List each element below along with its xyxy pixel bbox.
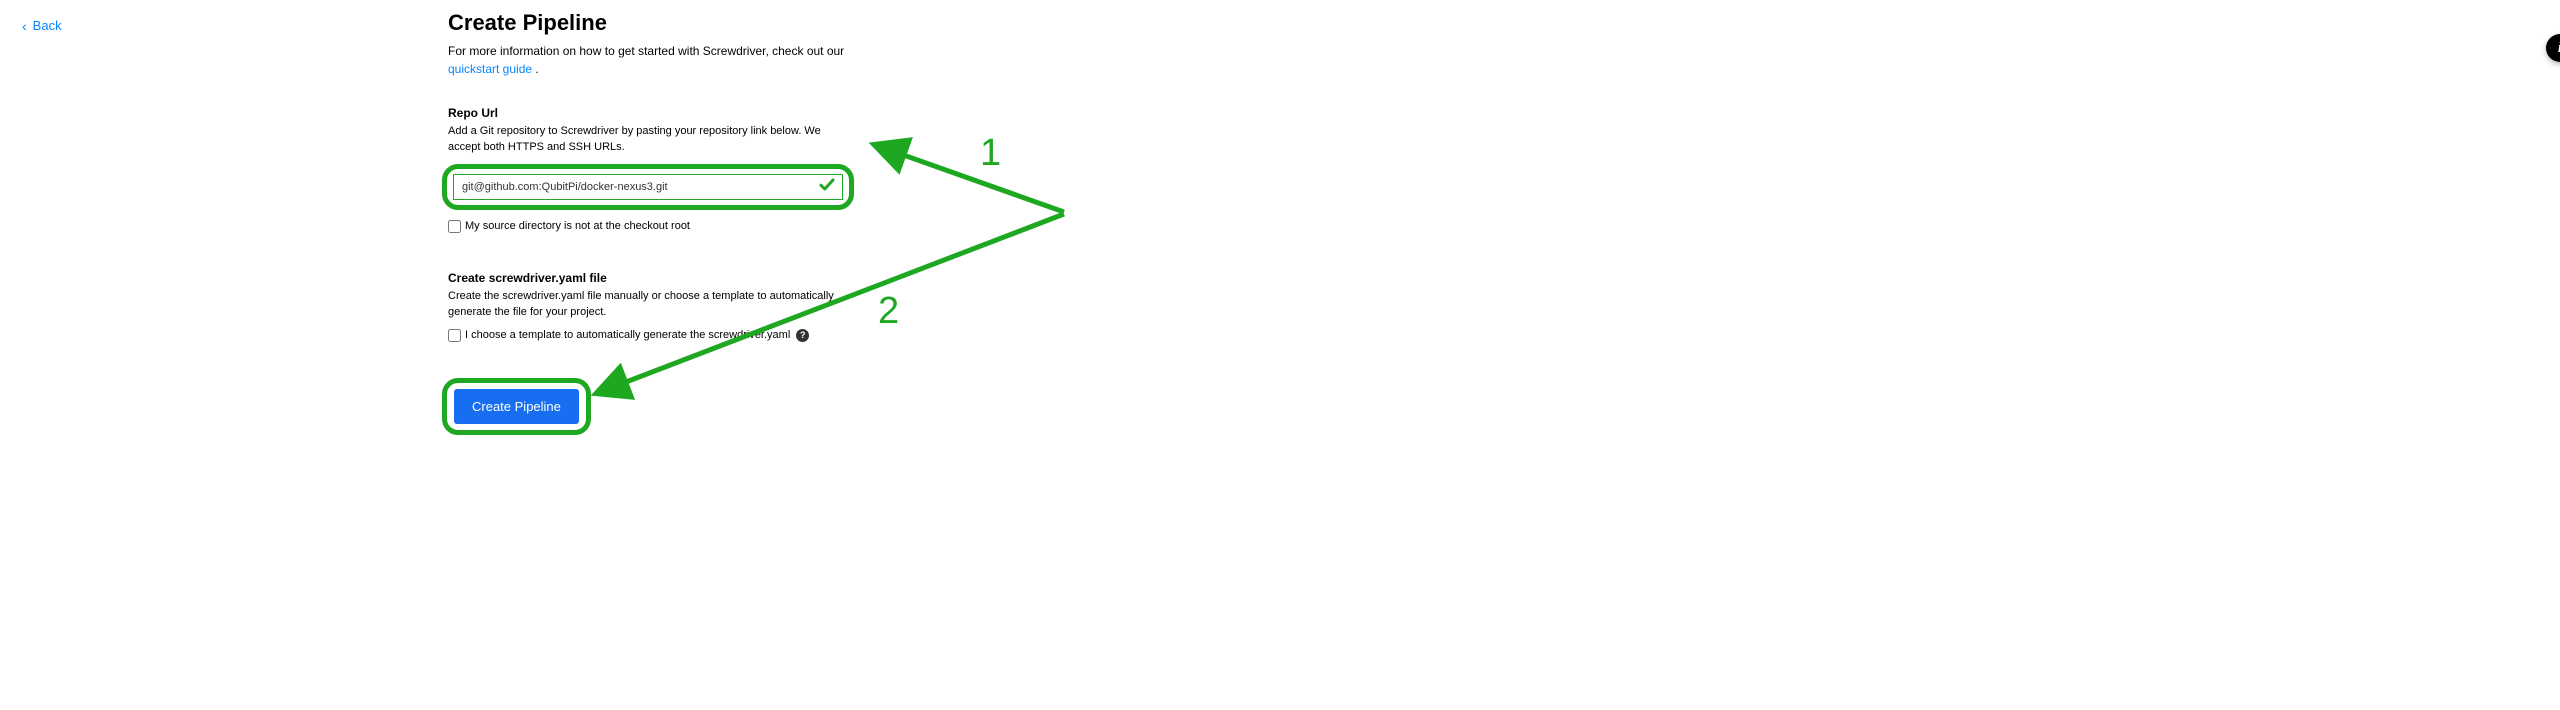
source-dir-checkbox-row[interactable]: My source directory is not at the checko… [448, 220, 848, 233]
repo-url-label: Repo Url [448, 106, 848, 120]
checkmark-icon [817, 175, 837, 198]
yaml-label: Create screwdriver.yaml file [448, 271, 848, 285]
annotation-number-1: 1 [980, 132, 1001, 175]
create-pipeline-form: Create Pipeline For more information on … [448, 10, 848, 435]
source-dir-checkbox[interactable] [448, 220, 461, 233]
back-link[interactable]: ‹ Back [22, 18, 62, 33]
intro-prefix: For more information on how to get start… [448, 44, 844, 58]
yaml-section: Create screwdriver.yaml file Create the … [448, 271, 848, 342]
repo-url-highlight [442, 164, 854, 210]
repo-url-desc: Add a Git repository to Screwdriver by p… [448, 124, 848, 156]
intro-suffix: . [532, 62, 539, 76]
page-title: Create Pipeline [448, 10, 848, 36]
quickstart-guide-link[interactable]: quickstart guide [448, 62, 532, 76]
repo-url-input-wrap [453, 174, 843, 200]
help-icon[interactable]: ? [796, 329, 809, 342]
repo-url-input[interactable] [453, 174, 843, 200]
annotation-number-2: 2 [878, 290, 899, 333]
yaml-template-checkbox-label: I choose a template to automatically gen… [465, 329, 790, 341]
back-label: Back [33, 18, 62, 33]
intro-text: For more information on how to get start… [448, 42, 848, 78]
create-button-highlight: Create Pipeline [442, 378, 591, 435]
yaml-desc: Create the screwdriver.yaml file manuall… [448, 289, 848, 321]
info-icon[interactable]: i [2546, 34, 2560, 62]
yaml-template-checkbox-row[interactable]: I choose a template to automatically gen… [448, 329, 848, 342]
chevron-left-icon: ‹ [22, 19, 27, 33]
annotation-arrows [0, 0, 2560, 710]
repo-url-section: Repo Url Add a Git repository to Screwdr… [448, 106, 848, 233]
source-dir-checkbox-label: My source directory is not at the checko… [465, 220, 690, 232]
create-pipeline-button[interactable]: Create Pipeline [454, 389, 579, 424]
yaml-template-checkbox[interactable] [448, 329, 461, 342]
